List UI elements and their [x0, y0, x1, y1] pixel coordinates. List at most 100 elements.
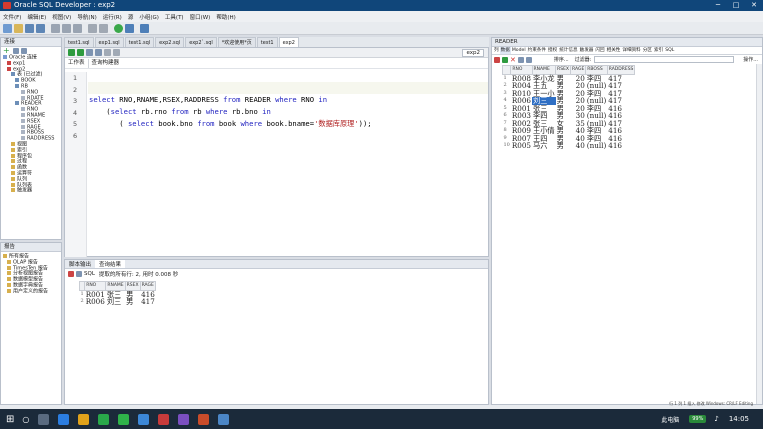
tab-data[interactable]: 数据	[499, 47, 511, 54]
browser-icon[interactable]	[58, 413, 70, 425]
commit-icon[interactable]	[86, 49, 93, 56]
tab-script-output[interactable]: 脚本输出	[65, 260, 95, 268]
column-header[interactable]: RSEX	[124, 281, 141, 291]
connection-selector[interactable]: exp2	[462, 49, 484, 57]
tab-welcome[interactable]: *欢迎使用*页	[217, 37, 256, 47]
tab-query-builder[interactable]: 查询构建器	[89, 59, 123, 68]
tab-exp2-sql[interactable]: exp2.sql	[155, 37, 185, 47]
cell[interactable]: 刘三	[106, 298, 125, 306]
cell[interactable]: 男	[125, 298, 140, 306]
tab-test1-sql[interactable]: test1.sql	[64, 37, 94, 47]
autotrace-icon[interactable]	[113, 49, 120, 56]
app-icon[interactable]	[158, 413, 170, 425]
undo-icon[interactable]	[88, 23, 97, 33]
tab-indexes[interactable]: 索引	[653, 47, 664, 54]
cell[interactable]: (null)	[586, 142, 607, 150]
report-node[interactable]: 用户定义的报告	[3, 288, 61, 295]
column-header[interactable]: RNAME	[531, 65, 557, 75]
cell[interactable]: 417	[140, 298, 156, 306]
cut-icon[interactable]	[51, 23, 60, 33]
start-icon[interactable]: ⊞	[6, 414, 14, 425]
save-icon[interactable]	[25, 23, 34, 33]
code-line-5[interactable]: ( select book.bno from book where book.b…	[89, 119, 371, 129]
menu-help[interactable]: 帮助(H)	[216, 13, 235, 21]
close-button[interactable]: ✕	[745, 0, 763, 11]
tab-details[interactable]: 详细资料	[621, 47, 641, 54]
column-header[interactable]: RADDRESS	[606, 65, 636, 75]
menu-file[interactable]: 文件(F)	[3, 13, 21, 21]
rollback-icon[interactable]	[95, 49, 102, 56]
table-row[interactable]: 10 R005 马六男 40 (null) 416	[503, 142, 635, 150]
tab-dependencies[interactable]: 相关性	[606, 47, 622, 54]
tab-grants[interactable]: 授权	[547, 47, 558, 54]
tab-exp2b-sql[interactable]: exp2`.sql	[185, 37, 217, 47]
sqldeveloper-icon[interactable]	[198, 413, 210, 425]
column-header[interactable]: RNO	[510, 65, 533, 75]
open-icon[interactable]	[14, 23, 23, 33]
explain-icon[interactable]	[104, 49, 111, 56]
tab-flashback[interactable]: 闪回	[594, 47, 605, 54]
column-header[interactable]: RBOSS	[585, 65, 608, 75]
tab-model[interactable]: Model	[511, 47, 527, 54]
task-view-icon[interactable]	[38, 413, 50, 425]
rollback-icon[interactable]	[525, 56, 532, 63]
column-header[interactable]: RAGE	[139, 281, 157, 291]
tab-partitions[interactable]: 分区	[642, 47, 653, 54]
menu-run[interactable]: 运行(R)	[103, 13, 122, 21]
tab-test1[interactable]: test1	[256, 37, 278, 47]
cell[interactable]: 马六	[532, 142, 556, 150]
copy-icon[interactable]	[62, 23, 71, 33]
paste-icon[interactable]	[73, 23, 82, 33]
tab-columns[interactable]: 列	[493, 47, 500, 54]
cell[interactable]: R005	[511, 142, 532, 150]
volume-icon[interactable]: ♪	[714, 415, 718, 423]
delete-row-icon[interactable]: ✕	[510, 56, 516, 64]
pin-icon[interactable]	[494, 56, 500, 63]
insert-row-icon[interactable]	[502, 56, 508, 63]
cell[interactable]: R006	[85, 298, 106, 306]
redo-icon[interactable]	[99, 23, 108, 33]
minimize-button[interactable]: ─	[709, 0, 727, 11]
search-icon[interactable]: ○	[22, 415, 29, 424]
debug-icon[interactable]	[125, 23, 134, 33]
tab-test1-sql-2[interactable]: test1.sql	[124, 37, 155, 47]
wechat-icon[interactable]	[98, 413, 110, 425]
tab-exp1-sql[interactable]: exp1.sql	[94, 37, 124, 47]
tab-constraints[interactable]: 约束条件	[527, 47, 547, 54]
vertical-scrollbar[interactable]	[756, 64, 762, 404]
column-header[interactable]: RSEX	[555, 65, 572, 75]
filter-icon[interactable]	[20, 48, 27, 54]
run-script-icon[interactable]	[77, 49, 84, 56]
menu-team[interactable]: 小组(G)	[139, 13, 159, 21]
export-icon[interactable]	[76, 270, 82, 277]
menu-view[interactable]: 视图(V)	[52, 13, 71, 21]
cell[interactable]: 男	[556, 142, 571, 150]
commit-icon[interactable]	[517, 56, 524, 63]
menu-source[interactable]: 源	[128, 13, 134, 21]
actions-button[interactable]: 操作...	[743, 56, 758, 63]
code-line-4[interactable]: (select rb.rno from rb where rb.bno in	[89, 107, 270, 116]
table-row[interactable]: 2 R006 刘三 男 417	[80, 298, 156, 306]
code-line-3[interactable]: select RNO,RNAME,RSEX,RADDRESS from READ…	[89, 95, 327, 104]
cell[interactable]: 416	[607, 142, 635, 150]
sort-button[interactable]: 排序...	[554, 56, 569, 63]
column-header[interactable]: RAGE	[570, 65, 587, 75]
refresh-icon[interactable]	[12, 48, 19, 54]
tab-exp2[interactable]: exp2	[278, 37, 299, 47]
tree-node[interactable]: 触发器	[3, 188, 61, 194]
run-statement-icon[interactable]	[68, 49, 75, 56]
tab-sql[interactable]: SQL	[664, 47, 675, 54]
cell[interactable]: 40	[571, 142, 586, 150]
tab-statistics[interactable]: 统计信息	[558, 47, 578, 54]
menu-edit[interactable]: 编辑(E)	[27, 13, 46, 21]
column-header[interactable]: RNAME	[105, 281, 126, 291]
column-header[interactable]: RNO	[84, 281, 107, 291]
run-icon[interactable]	[114, 23, 123, 33]
new-icon[interactable]	[3, 23, 12, 33]
sql-worksheet-icon[interactable]	[140, 23, 149, 33]
app-icon[interactable]	[218, 413, 230, 425]
tab-worksheet[interactable]: 工作表	[65, 59, 89, 68]
app-icon[interactable]	[118, 413, 130, 425]
filter-input[interactable]	[594, 56, 735, 63]
maximize-button[interactable]: □	[727, 0, 745, 11]
